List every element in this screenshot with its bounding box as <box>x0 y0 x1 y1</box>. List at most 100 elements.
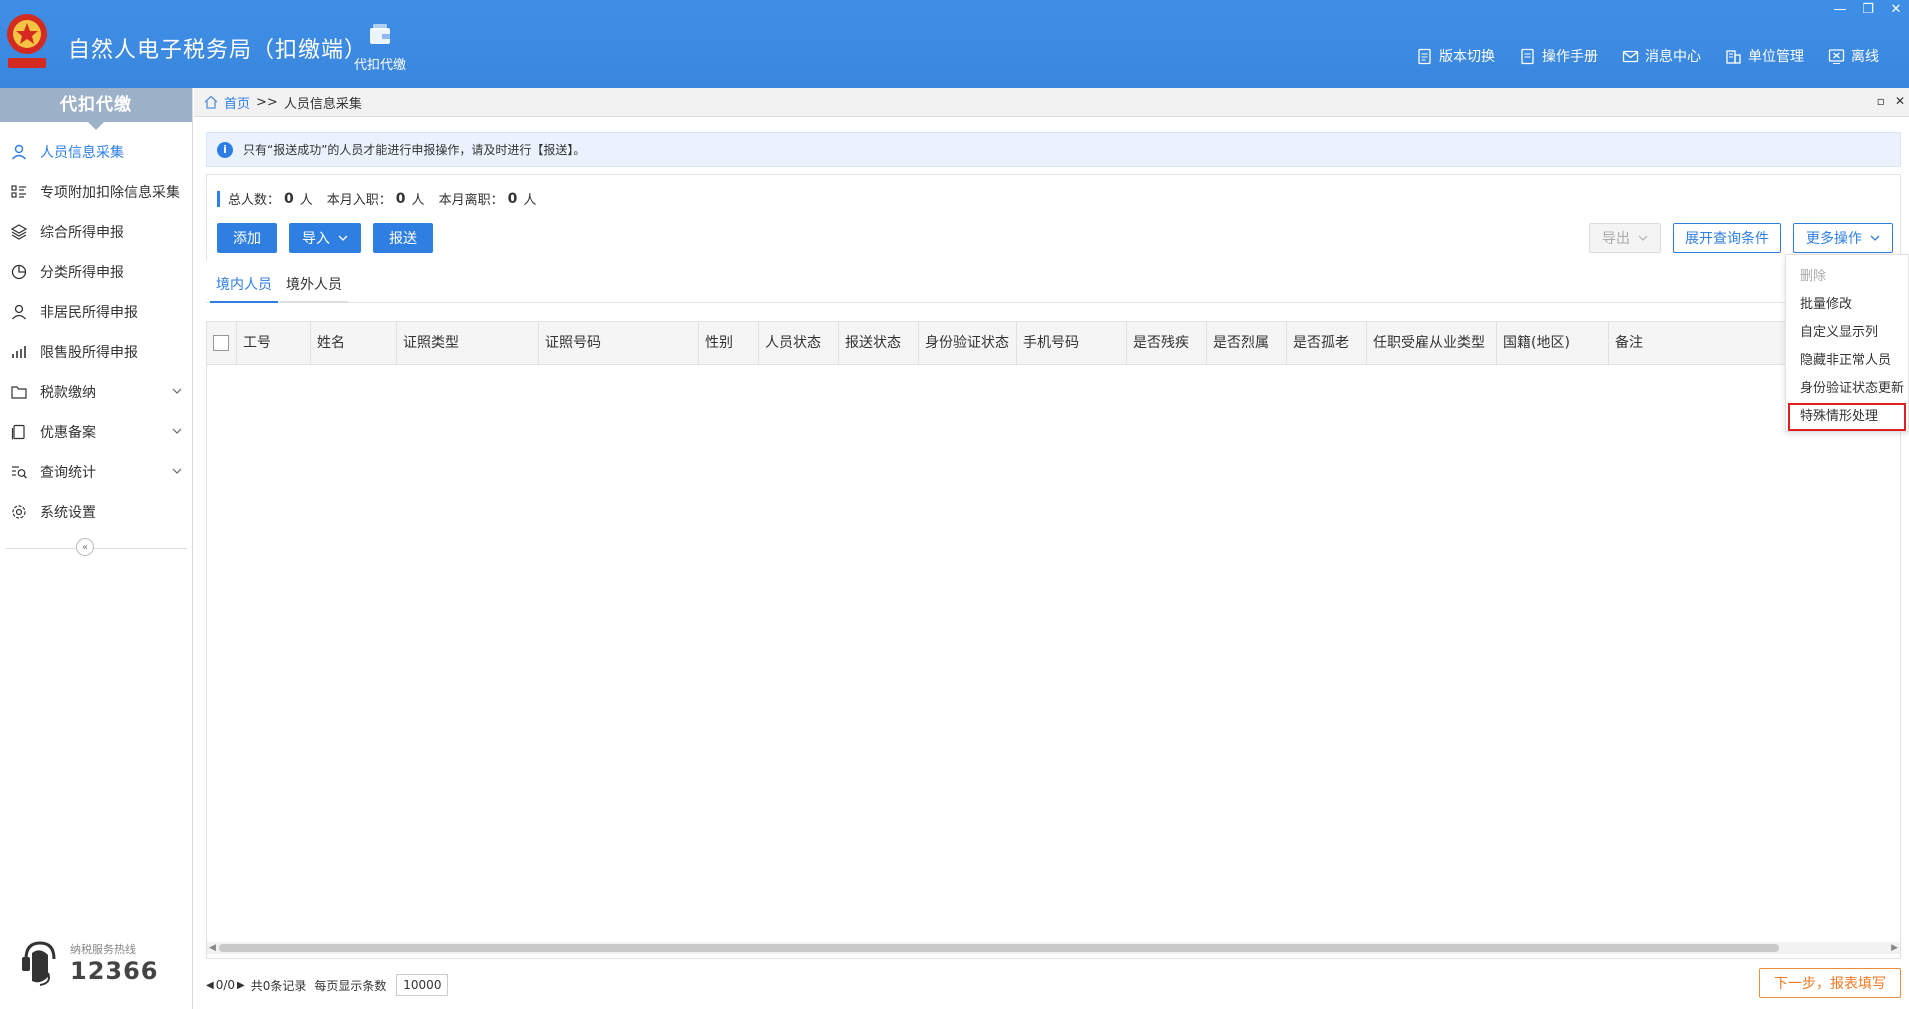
sidebar-item-comprehensive-income[interactable]: 综合所得申报 <box>0 212 192 252</box>
tax-emblem-logo <box>7 14 47 68</box>
sidebar-item-tax-payment[interactable]: 税款缴纳 <box>0 372 192 412</box>
sidebar-item-label: 分类所得申报 <box>40 265 124 281</box>
mail-icon <box>1622 50 1639 62</box>
document-icon <box>1418 48 1431 64</box>
submit-button[interactable]: 报送 <box>373 223 433 253</box>
menu-item-batch-edit[interactable]: 批量修改 <box>1786 291 1908 319</box>
nav-label: 单位管理 <box>1748 49 1804 65</box>
chevron-down-icon <box>1870 235 1880 241</box>
service-hotline: 纳税服务热线 12366 <box>18 937 159 989</box>
sidebar-menu: 人员信息采集 专项附加扣除信息采集 综合所得申报 分类所得申报 非居民所得申报 … <box>0 132 192 532</box>
nav-label: 版本切换 <box>1439 49 1495 65</box>
menu-item-custom-columns[interactable]: 自定义显示列 <box>1786 319 1908 347</box>
breadcrumb-current: 人员信息采集 <box>283 96 362 112</box>
sidebar-item-person-info[interactable]: 人员信息采集 <box>0 132 192 172</box>
module-label: 代扣代缴 <box>353 58 406 73</box>
breadcrumb: 首页 >> 人员信息采集 ▫ ✕ <box>194 88 1909 117</box>
manual-icon <box>1521 48 1534 64</box>
column-header[interactable]: 人员状态 <box>759 322 839 365</box>
column-header[interactable]: 是否孤老 <box>1287 322 1367 365</box>
person-icon <box>11 144 27 160</box>
offline-icon <box>1828 48 1845 64</box>
column-header[interactable]: 身份验证状态 <box>919 322 1017 365</box>
menu-item-delete[interactable]: 删除 <box>1786 263 1908 291</box>
scroll-right-icon[interactable]: ▶ <box>1891 942 1898 954</box>
menu-item-id-verify-update[interactable]: 身份验证状态更新 <box>1786 375 1908 403</box>
tab-domestic[interactable]: 境内人员 <box>210 270 278 303</box>
column-header[interactable]: 手机号码 <box>1017 322 1127 365</box>
gear-icon <box>12 505 26 519</box>
add-button[interactable]: 添加 <box>217 223 277 253</box>
total-records: 共0条记录 <box>250 978 307 993</box>
stat-leave-label: 本月离职： <box>438 193 504 208</box>
maximize-tab-icon[interactable]: ▫ <box>1877 94 1885 108</box>
sidebar-item-label: 限售股所得申报 <box>40 345 138 361</box>
stat-leave-unit: 人 <box>523 193 537 208</box>
column-header[interactable]: 工号 <box>237 322 311 365</box>
column-header[interactable]: 姓名 <box>311 322 397 365</box>
nav-message-center[interactable]: 消息中心 <box>1622 46 1701 66</box>
collapse-sidebar-icon[interactable]: « <box>76 538 94 556</box>
sidebar-item-preferential-filing[interactable]: 优惠备案 <box>0 412 192 452</box>
nav-label: 操作手册 <box>1542 49 1598 65</box>
sidebar-item-query-stats[interactable]: 查询统计 <box>0 452 192 492</box>
prev-page-icon[interactable]: ◀ <box>206 980 214 991</box>
hotline-number: 12366 <box>70 957 159 985</box>
horizontal-scrollbar[interactable]: ◀ ▶ <box>207 942 1900 954</box>
search-list-icon <box>12 466 27 479</box>
tab-overseas[interactable]: 境外人员 <box>280 270 348 303</box>
column-header[interactable]: 备注 <box>1609 322 1789 365</box>
sidebar-item-label: 优惠备案 <box>40 425 96 441</box>
column-header[interactable]: 任职受雇从业类型 <box>1367 322 1497 365</box>
nav-manual[interactable]: 操作手册 <box>1519 46 1598 66</box>
sidebar-item-label: 人员信息采集 <box>40 145 124 161</box>
next-page-icon[interactable]: ▶ <box>237 980 245 991</box>
column-header[interactable]: 性别 <box>699 322 759 365</box>
per-page-label: 每页显示条数 <box>314 978 387 993</box>
restore-icon[interactable]: ❐ <box>1861 2 1875 17</box>
stats-marker <box>217 190 220 207</box>
sidebar-item-restricted-shares[interactable]: 限售股所得申报 <box>0 332 192 372</box>
sidebar-item-nonresident-income[interactable]: 非居民所得申报 <box>0 292 192 332</box>
sidebar-item-label: 系统设置 <box>40 505 96 521</box>
expand-query-button[interactable]: 展开查询条件 <box>1673 223 1781 253</box>
scrollbar-thumb[interactable] <box>219 944 1779 952</box>
notice-text: 只有“报送成功”的人员才能进行申报操作，请及时进行【报送】。 <box>243 143 586 157</box>
person-stats: 总人数： 0 人 本月入职： 0 人 本月离职： 0 人 <box>217 189 536 208</box>
nav-unit-management[interactable]: 单位管理 <box>1725 46 1804 66</box>
column-header[interactable]: 报送状态 <box>839 322 919 365</box>
info-icon: i <box>217 141 233 158</box>
nav-label: 离线 <box>1851 49 1879 65</box>
close-tab-icon[interactable]: ✕ <box>1895 94 1905 108</box>
hotline-label: 纳税服务热线 <box>70 943 136 956</box>
select-all-checkbox[interactable] <box>213 335 229 351</box>
export-button[interactable]: 导出 <box>1589 223 1661 253</box>
menu-item-hide-abnormal[interactable]: 隐藏非正常人员 <box>1786 347 1908 375</box>
next-step-button[interactable]: 下一步，报表填写 <box>1759 968 1901 998</box>
sidebar: 代扣代缴 人员信息采集 专项附加扣除信息采集 综合所得申报 分类所得申报 非居民… <box>0 88 193 1009</box>
list-icon <box>11 185 26 198</box>
wallet-icon <box>370 24 390 44</box>
minimize-icon[interactable]: — <box>1833 2 1847 17</box>
column-header[interactable]: 国籍(地区) <box>1497 322 1609 365</box>
stat-join-unit: 人 <box>411 193 425 208</box>
column-header[interactable]: 证照类型 <box>397 322 539 365</box>
nav-offline[interactable]: 离线 <box>1828 46 1879 66</box>
menu-item-special-case[interactable]: 特殊情形处理 <box>1788 403 1906 431</box>
import-button-label: 导入 <box>302 231 330 247</box>
column-header[interactable]: 是否残疾 <box>1127 322 1207 365</box>
sidebar-item-system-settings[interactable]: 系统设置 <box>0 492 192 532</box>
import-button[interactable]: 导入 <box>289 223 361 253</box>
column-header[interactable]: 是否烈属 <box>1207 322 1287 365</box>
breadcrumb-home[interactable]: 首页 <box>224 93 250 112</box>
export-button-label: 导出 <box>1602 231 1630 247</box>
module-tab-withholding[interactable]: 代扣代缴 <box>350 22 410 73</box>
per-page-input[interactable]: 10000 <box>396 974 449 996</box>
sidebar-item-classified-income[interactable]: 分类所得申报 <box>0 252 192 292</box>
nav-version-switch[interactable]: 版本切换 <box>1416 46 1495 66</box>
close-icon[interactable]: ✕ <box>1889 2 1903 17</box>
sidebar-item-special-deduction[interactable]: 专项附加扣除信息采集 <box>0 172 192 212</box>
more-actions-button[interactable]: 更多操作 <box>1793 223 1893 253</box>
column-header[interactable]: 证照号码 <box>539 322 699 365</box>
scroll-left-icon[interactable]: ◀ <box>209 942 216 954</box>
